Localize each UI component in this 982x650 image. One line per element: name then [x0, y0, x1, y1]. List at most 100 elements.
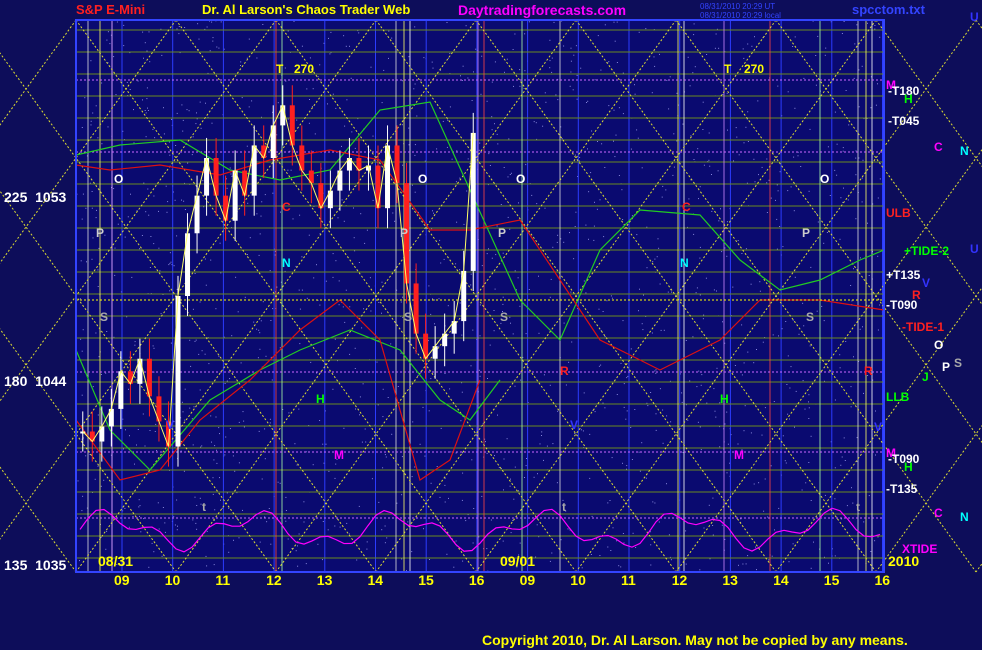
star [662, 442, 664, 444]
star [827, 146, 829, 148]
star [471, 100, 473, 101]
star [184, 209, 186, 210]
star [137, 80, 139, 82]
star [94, 478, 96, 480]
star [335, 463, 337, 465]
star [561, 138, 563, 140]
star [743, 142, 745, 144]
star [346, 99, 348, 101]
star [219, 433, 220, 435]
star [243, 426, 245, 428]
star [489, 344, 491, 346]
star [391, 433, 393, 435]
star [277, 102, 279, 104]
star [668, 108, 670, 110]
star [598, 365, 600, 367]
right-label: N [960, 510, 969, 524]
star [201, 350, 203, 352]
star [589, 433, 591, 435]
star [544, 92, 546, 94]
site-title: Dr. Al Larson's Chaos Trader Web [202, 2, 411, 17]
right-label: H [904, 460, 913, 474]
star [266, 521, 268, 523]
star [400, 352, 402, 354]
star [132, 516, 134, 517]
star [613, 140, 614, 142]
star [338, 304, 340, 306]
star [669, 76, 671, 78]
star [614, 156, 616, 158]
star [129, 89, 131, 90]
star [519, 542, 521, 544]
star [134, 463, 135, 465]
star [717, 170, 719, 172]
star [842, 147, 844, 149]
star [854, 43, 856, 45]
star [553, 21, 555, 23]
star [655, 429, 657, 431]
star [231, 335, 233, 337]
star [242, 509, 243, 511]
star [292, 218, 294, 220]
star [634, 84, 635, 86]
star [322, 559, 323, 561]
star [867, 22, 868, 24]
star [708, 132, 710, 134]
star [840, 518, 842, 520]
star [737, 240, 739, 241]
star [776, 218, 778, 220]
star [90, 120, 92, 122]
star [259, 233, 261, 235]
star [741, 324, 743, 326]
star [585, 224, 587, 226]
star [545, 101, 547, 103]
star [712, 525, 714, 526]
star [371, 478, 373, 480]
star [727, 129, 728, 131]
star [345, 45, 347, 47]
star [287, 538, 289, 540]
star [152, 128, 154, 130]
star [653, 56, 655, 58]
star [198, 38, 200, 40]
y-price: 1044 [35, 373, 67, 389]
site-url[interactable]: Daytradingforecasts.com [458, 2, 626, 18]
star [138, 499, 140, 501]
star [800, 166, 802, 167]
star [877, 255, 879, 257]
star [195, 522, 197, 524]
star [303, 521, 305, 523]
chart-marker: S [500, 310, 509, 324]
star [519, 85, 521, 87]
star [205, 284, 207, 286]
star [216, 462, 218, 464]
star [432, 67, 434, 69]
star [176, 28, 178, 30]
star [552, 246, 554, 248]
star [430, 313, 432, 315]
star [817, 35, 819, 37]
star [787, 355, 789, 357]
star [681, 401, 683, 403]
star [641, 323, 643, 325]
star [843, 437, 845, 439]
star [295, 550, 297, 552]
star [349, 306, 351, 308]
star [635, 547, 637, 548]
star [325, 280, 327, 282]
star [248, 106, 250, 108]
star [770, 465, 772, 467]
star [569, 85, 571, 87]
star [599, 555, 601, 556]
diagonal [975, 19, 982, 30]
star [490, 519, 492, 521]
star [493, 330, 495, 332]
star [776, 184, 778, 186]
star [699, 186, 701, 188]
star [549, 67, 551, 69]
star [654, 258, 656, 260]
star [638, 31, 640, 33]
star [638, 451, 640, 453]
star [82, 329, 84, 331]
star [630, 148, 632, 150]
